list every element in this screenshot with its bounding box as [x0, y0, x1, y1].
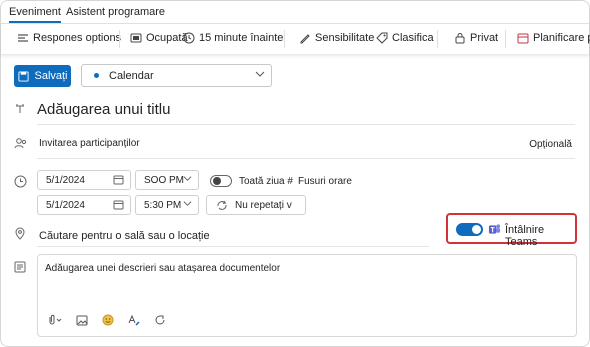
description-editor[interactable]: Adăugarea unei descrieri sau atașarea do…	[37, 254, 577, 337]
sensitivity-label: Sensibilitate	[315, 31, 375, 44]
teams-meeting-toggle[interactable]	[456, 223, 483, 236]
all-day-label: Toată ziua #	[239, 176, 293, 187]
start-time-value: SOO PM	[144, 174, 185, 186]
location-input[interactable]: Căutare pentru o sală sau o locație	[39, 230, 210, 242]
categorize-label: Clasifica	[392, 31, 434, 44]
emoji-icon[interactable]	[102, 314, 114, 329]
chevron-down-icon	[183, 199, 192, 211]
clock-icon	[182, 31, 195, 44]
reply-icon	[16, 31, 29, 44]
calendar-select[interactable]: Calendar	[81, 64, 272, 87]
start-date-value: 5/1/2024	[46, 174, 85, 186]
response-options-button[interactable]: Respones options	[16, 31, 121, 44]
private-label: Privat	[470, 31, 499, 44]
toolbar-separator	[505, 30, 506, 48]
reminder-button[interactable]: 15 minute înainte	[182, 31, 283, 44]
all-day-toggle[interactable]	[210, 175, 232, 187]
end-time-field[interactable]: 5:30 PM	[135, 195, 199, 215]
calendar-icon	[113, 199, 124, 213]
repeat-select[interactable]: Nu repetați v	[206, 195, 306, 215]
title-input[interactable]: Adăugarea unui titlu	[37, 101, 170, 118]
end-time-value: 5:30 PM	[144, 199, 182, 211]
start-date-field[interactable]: 5/1/2024	[37, 170, 131, 190]
title-icon	[14, 103, 26, 118]
invite-attendees-input[interactable]: Invitarea participanților	[39, 138, 140, 149]
ribbon-tabs: Eveniment Asistent programare	[9, 6, 165, 23]
tab-event[interactable]: Eveniment	[9, 6, 61, 23]
attach-icon[interactable]	[46, 314, 62, 329]
reminder-label: 15 minute înainte	[199, 31, 284, 44]
tab-scheduling-assistant[interactable]: Asistent programare	[66, 6, 165, 23]
poll-icon	[516, 31, 529, 44]
toolbar-separator	[284, 30, 285, 48]
calendar-color-dot	[94, 73, 99, 78]
scheduling-poll-button[interactable]: Planificare po	[516, 31, 590, 44]
toolbar-separator	[437, 30, 438, 48]
event-editor-window: Eveniment Asistent programare Respones o…	[0, 0, 590, 347]
teams-meeting-highlight: Întâlnire Teams	[446, 213, 577, 248]
teams-icon	[488, 223, 501, 236]
tag-icon	[375, 31, 388, 44]
clock-row-icon	[14, 175, 27, 191]
response-options-label: Respones options	[33, 31, 122, 44]
teams-meeting-label: Întâlnire Teams	[505, 224, 545, 248]
scheduling-poll-label: Planificare po	[533, 31, 590, 44]
save-button[interactable]: Salvați	[14, 65, 71, 87]
end-date-value: 5/1/2024	[46, 199, 85, 211]
sensitivity-button[interactable]: Sensibilitate	[298, 31, 374, 44]
calendar-select-value: Calendar	[109, 69, 154, 82]
title-underline	[37, 124, 575, 125]
end-date-field[interactable]: 5/1/2024	[37, 195, 131, 215]
people-icon	[14, 137, 27, 152]
toolbar-separator	[119, 30, 120, 48]
chevron-down-icon	[183, 174, 192, 186]
show-as-busy-button[interactable]: Ocupată	[129, 31, 188, 44]
location-underline	[37, 246, 429, 247]
format-icon[interactable]	[128, 314, 140, 329]
toolbar: Respones options Ocupată 15 minute înain…	[1, 24, 590, 54]
location-icon	[14, 227, 26, 243]
save-icon	[17, 70, 30, 83]
chevron-down-icon	[255, 69, 265, 82]
optional-attendees-link[interactable]: Opțională	[529, 139, 572, 150]
save-label: Salvați	[34, 70, 68, 82]
notes-icon	[14, 261, 26, 276]
calendar-icon	[113, 174, 124, 188]
description-placeholder: Adăugarea unei descrieri sau atașarea do…	[45, 263, 281, 274]
categorize-button[interactable]: Clasifica	[375, 31, 434, 44]
lock-icon	[453, 31, 466, 44]
repeat-value: Nu repetați v	[235, 199, 292, 211]
busy-icon	[129, 31, 142, 44]
image-icon[interactable]	[76, 315, 88, 329]
repeat-icon	[215, 199, 228, 212]
invite-underline	[37, 158, 575, 159]
start-time-field[interactable]: SOO PM	[135, 170, 199, 190]
sensitivity-icon	[298, 31, 311, 44]
private-button[interactable]: Privat	[453, 31, 498, 44]
time-zones-link[interactable]: Fusuri orare	[298, 176, 352, 187]
description-toolbar	[46, 314, 166, 329]
loop-icon[interactable]	[154, 314, 166, 329]
